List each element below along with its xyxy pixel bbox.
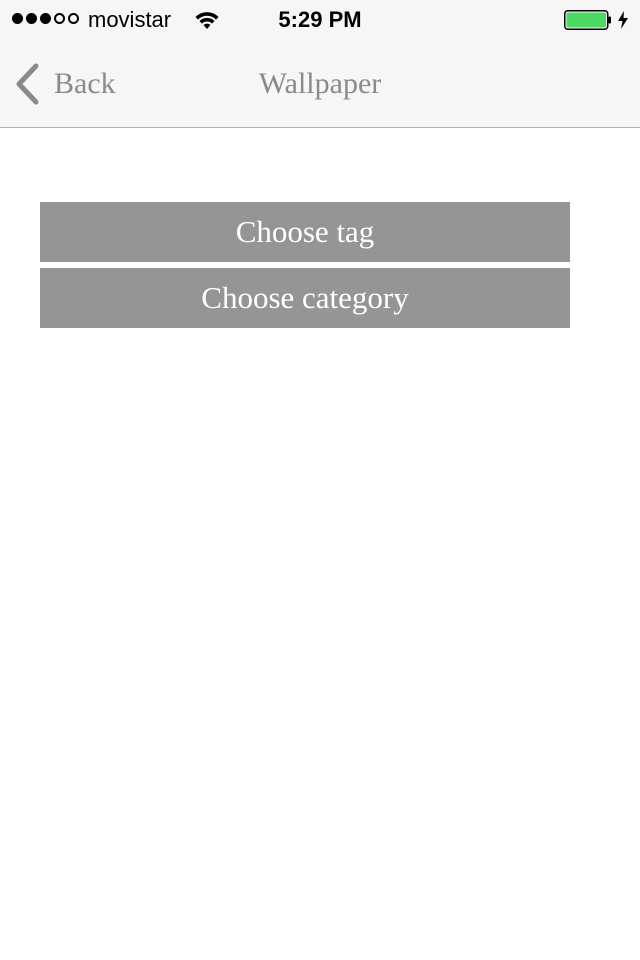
navigation-bar: Back Wallpaper	[0, 40, 640, 128]
status-bar: movistar 5:29 PM	[0, 0, 640, 40]
charging-bolt-icon	[618, 11, 628, 29]
clock: 5:29 PM	[278, 7, 362, 32]
page-title: Wallpaper	[258, 67, 382, 100]
choose-tag-button[interactable]: Choose tag	[40, 202, 570, 262]
choose-category-button[interactable]: Choose category	[40, 268, 570, 328]
battery-icon	[564, 10, 611, 30]
